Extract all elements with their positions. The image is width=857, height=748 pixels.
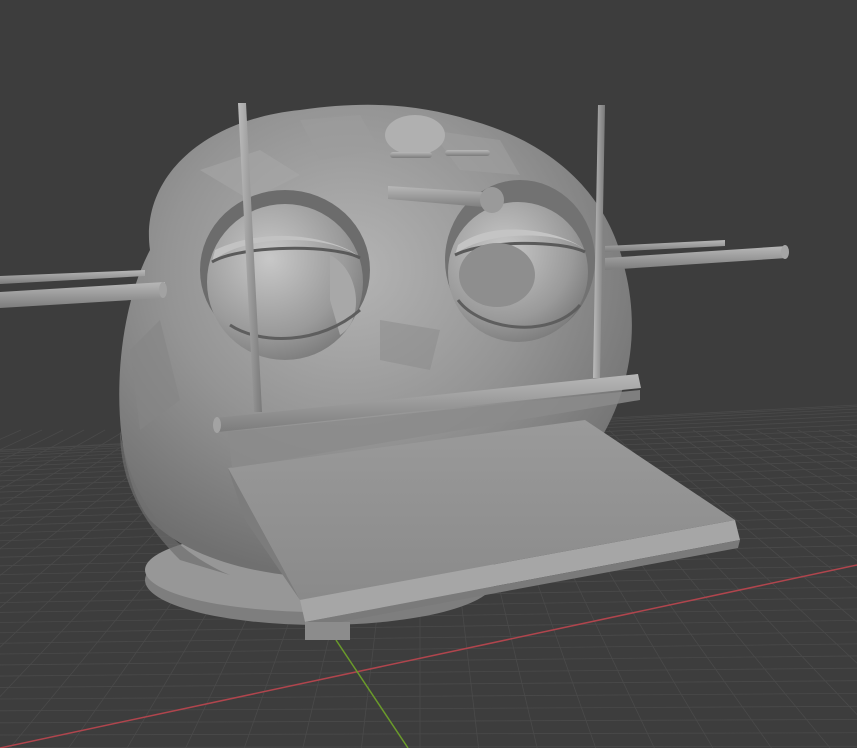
grid-line <box>755 429 857 484</box>
grid-line <box>797 429 857 459</box>
right-eye[interactable] <box>448 202 588 342</box>
grid-line <box>0 429 22 440</box>
grid-line <box>0 680 857 688</box>
grid-line <box>0 692 857 700</box>
grid-line <box>0 429 127 507</box>
grid-line <box>839 429 857 438</box>
3d-viewport[interactable] <box>0 0 857 748</box>
left-eye[interactable] <box>207 204 363 360</box>
grid-line <box>0 643 857 655</box>
grid-line <box>0 667 857 677</box>
grid-line <box>818 429 857 448</box>
right-side-rods[interactable] <box>605 240 789 270</box>
grid-line <box>0 631 857 644</box>
grid-line <box>0 655 857 666</box>
grid-line <box>0 745 857 748</box>
grid-line <box>0 429 64 462</box>
grid-line <box>671 429 857 561</box>
grid-line <box>0 705 857 712</box>
grid-line <box>0 619 857 634</box>
grid-line <box>0 732 857 736</box>
